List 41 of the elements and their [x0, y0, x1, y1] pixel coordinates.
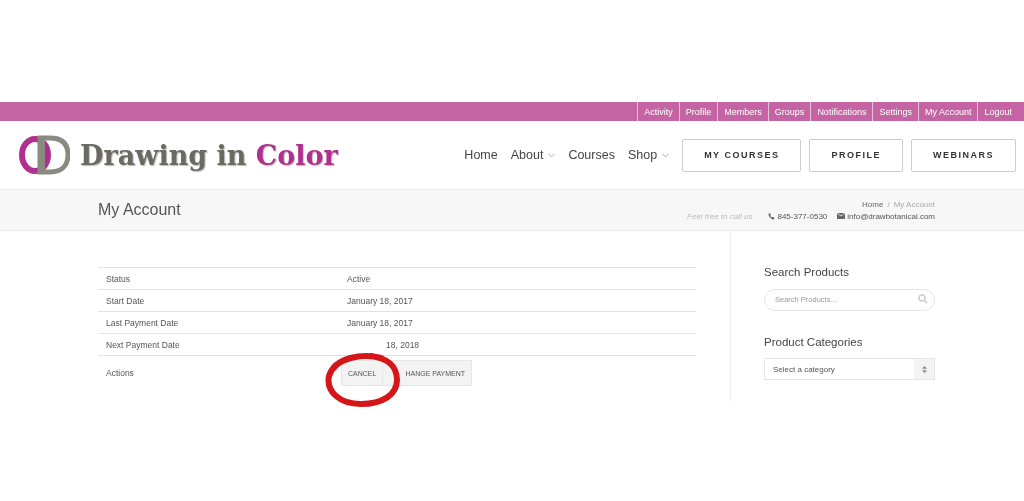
row-label: Next Payment Date	[98, 333, 339, 356]
row-value: 18, 2018	[339, 333, 696, 356]
header-button[interactable]: MY COURSES	[682, 138, 802, 172]
logo-icon	[18, 135, 70, 175]
search-icon[interactable]	[918, 294, 928, 304]
top-bar-link[interactable]: Profile	[678, 102, 718, 121]
top-bar-link[interactable]: Notifications	[810, 102, 873, 121]
top-bar-link[interactable]: Settings	[872, 102, 918, 121]
chevron-down-icon	[548, 152, 556, 158]
row-value: January 18, 2017	[339, 289, 696, 312]
header-button[interactable]: PROFILE	[809, 138, 903, 172]
nav-link[interactable]: About	[510, 148, 556, 162]
nav-link[interactable]: Shop	[627, 148, 670, 162]
top-bar-link[interactable]: My Account	[917, 102, 978, 121]
sidebar-heading: Search Products	[764, 266, 850, 278]
header-button[interactable]: WEBINARS	[911, 138, 1016, 172]
breadcrumb-separator: /	[887, 199, 890, 209]
nav-link[interactable]: Courses	[568, 148, 615, 162]
sidebar-heading: Product Categories	[764, 336, 864, 348]
chevron-down-icon	[662, 152, 670, 158]
row-value: January 18, 2017	[339, 311, 696, 334]
nav-link[interactable]: Home	[464, 148, 498, 162]
sort-arrows-icon	[921, 365, 927, 373]
phone-icon	[768, 212, 776, 220]
phone-number: 845-377-0530	[777, 211, 828, 221]
top-bar-link[interactable]: Logout	[977, 102, 1018, 121]
category-select[interactable]: Select a category	[764, 358, 935, 380]
row-label: Start Date	[98, 289, 339, 312]
row-value: Active	[339, 267, 696, 290]
site-logo-text[interactable]: Drawing in Color	[80, 139, 338, 171]
breadcrumb-link[interactable]: Home	[862, 199, 884, 209]
email-address: info@drawbotanical.com	[847, 211, 935, 221]
row-label: Status	[98, 267, 339, 290]
top-bar-link[interactable]: Activity	[637, 102, 679, 121]
top-bar-link[interactable]: Members	[717, 102, 768, 121]
envelope-icon	[837, 213, 846, 219]
row-label: Last Payment Date	[98, 311, 339, 334]
page-title: My Account	[98, 201, 181, 219]
top-bar-link[interactable]: Groups	[767, 102, 811, 121]
row-label: Actions	[98, 355, 339, 390]
breadcrumb-current: My Account	[893, 199, 935, 209]
